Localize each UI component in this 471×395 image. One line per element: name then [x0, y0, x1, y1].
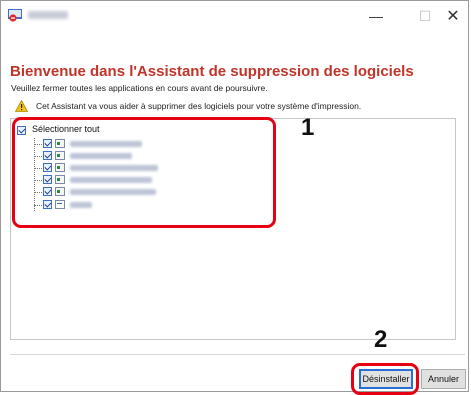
close-button[interactable]: ✕: [435, 1, 471, 31]
step-1-highlight: [12, 117, 276, 228]
info-text: Cet Assistant va vous aider à supprimer …: [36, 101, 362, 111]
cancel-button[interactable]: Annuler: [421, 369, 466, 389]
page-subtitle: Veuillez fermer toutes les applications …: [11, 83, 268, 93]
info-row: Cet Assistant va vous aider à supprimer …: [15, 100, 361, 112]
step-2-number: 2: [374, 326, 388, 353]
window-title-redacted: [28, 11, 68, 19]
uninstall-app-icon: [8, 9, 22, 22]
title-bar: — ☐ ✕: [1, 1, 468, 31]
step-2-highlight: [351, 363, 419, 395]
warning-info-icon: [15, 100, 28, 112]
minimize-button[interactable]: —: [358, 1, 394, 31]
step-1-number: 1: [301, 114, 315, 141]
footer-divider: [10, 354, 465, 355]
uninstall-wizard-window: — ☐ ✕ Bienvenue dans l'Assistant de supp…: [0, 0, 469, 395]
page-title: Bienvenue dans l'Assistant de suppressio…: [10, 63, 414, 80]
